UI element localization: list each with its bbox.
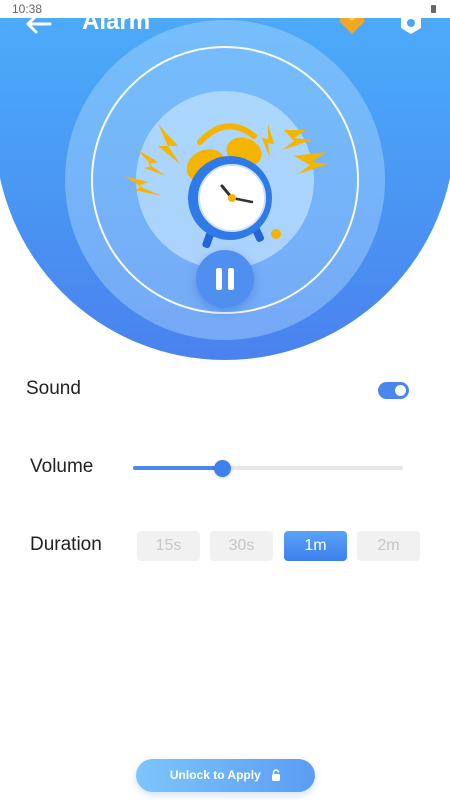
settings-hex-icon[interactable] — [400, 18, 422, 34]
arrow-left-icon[interactable] — [24, 18, 54, 36]
hero-area — [0, 0, 450, 360]
unlock-label: Unlock to Apply — [169, 768, 261, 782]
volume-slider[interactable] — [133, 458, 403, 478]
pause-button[interactable] — [196, 250, 254, 308]
toggle-knob — [395, 385, 406, 396]
duration-option-1m[interactable]: 1m — [284, 531, 347, 561]
duration-label: Duration — [30, 534, 102, 555]
volume-label: Volume — [30, 456, 94, 477]
duration-option-2m[interactable]: 2m — [357, 531, 420, 561]
status-time: 10:38 — [12, 2, 43, 16]
page-title: Alarm — [82, 18, 151, 35]
alarm-clock-icon — [124, 123, 328, 249]
unlock-to-apply-button[interactable]: Unlock to Apply — [136, 759, 315, 792]
battery-icon — [431, 5, 436, 13]
pause-icon — [216, 268, 222, 290]
slider-fill — [133, 466, 223, 470]
gem-icon[interactable] — [339, 18, 365, 34]
pause-icon-bar — [228, 268, 234, 290]
sound-label: Sound — [26, 378, 81, 399]
slider-thumb[interactable] — [213, 460, 231, 477]
lock-icon — [272, 769, 281, 781]
top-bar: Alarm — [0, 18, 450, 38]
duration-option-15s[interactable]: 15s — [137, 531, 200, 561]
status-bar: 10:38 — [0, 0, 450, 18]
sound-toggle[interactable] — [378, 382, 409, 399]
duration-option-30s[interactable]: 30s — [210, 531, 273, 561]
